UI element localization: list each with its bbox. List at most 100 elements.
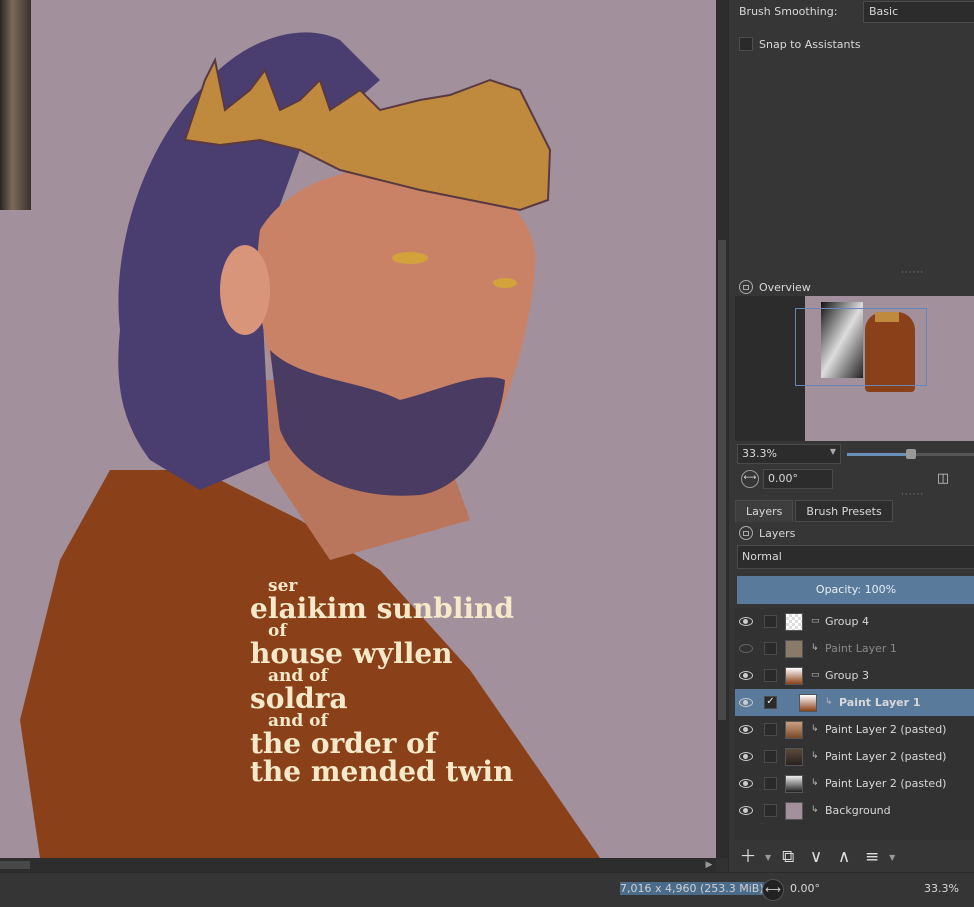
group-icon: ▭ — [811, 670, 820, 680]
add-layer-icon[interactable]: ＋ — [737, 846, 759, 868]
eye-right-shape — [493, 278, 517, 288]
move-layer-up-icon[interactable]: ∧ — [833, 846, 855, 868]
eye-left-shape — [392, 252, 428, 264]
layer-name: Background — [825, 804, 891, 817]
grip-icon[interactable]: ······ — [901, 268, 924, 278]
blend-mode-select[interactable]: Normal — [737, 545, 974, 569]
poster-line: elaikim sunblind — [250, 592, 514, 625]
zoom-level[interactable]: 33.3% — [924, 882, 959, 895]
layer-name: Paint Layer 2 (pasted) — [825, 750, 947, 763]
rotation-angle: 0.00° — [790, 882, 820, 895]
opacity-slider[interactable]: Opacity: 100% — [737, 576, 974, 604]
snap-to-assistants-row[interactable]: Snap to Assistants — [739, 37, 861, 51]
zoom-value: 33.3% — [742, 447, 777, 460]
layer-name: Paint Layer 2 (pasted) — [825, 723, 947, 736]
poster-line: house wyllen — [250, 637, 453, 670]
layer-checkbox[interactable] — [764, 615, 777, 628]
zoom-row: 33.3% ▼ — [737, 444, 974, 464]
zoom-slider-fill — [847, 453, 911, 456]
paint-layer-icon: ↳ — [811, 724, 819, 734]
tab-brush-presets[interactable]: Brush Presets — [795, 500, 893, 522]
layer-checkbox[interactable]: ✓ — [764, 696, 777, 709]
layer-row[interactable]: ↳ Paint Layer 2 (pasted) — [735, 770, 974, 797]
layer-checkbox[interactable] — [764, 669, 777, 682]
zoom-slider[interactable] — [847, 449, 974, 459]
horizontal-scrollbar[interactable]: ▶ — [0, 858, 716, 872]
visibility-eye-icon[interactable] — [739, 725, 753, 734]
layer-name: Paint Layer 1 — [839, 696, 921, 709]
visibility-eye-icon[interactable] — [739, 671, 753, 680]
scroll-right-icon[interactable]: ▶ — [704, 859, 714, 871]
visibility-eye-icon[interactable] — [739, 644, 753, 653]
overview-viewport[interactable] — [795, 308, 927, 386]
chevron-down-icon[interactable]: ▼ — [765, 853, 771, 862]
docker-panel: Brush Smoothing: Basic Snap to Assistant… — [728, 0, 974, 872]
vertical-scroll-thumb[interactable] — [718, 240, 726, 720]
paint-layer-icon: ↳ — [825, 697, 833, 707]
poster-title: ser elaikim sunblind of house wyllen and… — [250, 578, 580, 786]
canvas[interactable]: ser elaikim sunblind of house wyllen and… — [0, 0, 716, 858]
snap-checkbox[interactable] — [739, 37, 753, 51]
image-size-text: 7,016 x 4,960 (253.3 MiB) — [620, 882, 764, 895]
zoom-select[interactable]: 33.3% ▼ — [737, 444, 841, 464]
layer-row[interactable]: ↳ Background — [735, 797, 974, 824]
docker-tabs: Layers Brush Presets — [735, 500, 895, 522]
layer-row[interactable]: ↳ Paint Layer 2 (pasted) — [735, 743, 974, 770]
overview-title: Overview — [739, 280, 811, 294]
overview-title-text: Overview — [759, 280, 811, 294]
layer-name: Group 3 — [825, 669, 869, 682]
layer-checkbox[interactable] — [764, 750, 777, 763]
chevron-down-icon: ▼ — [829, 447, 836, 456]
paint-layer-icon: ↳ — [811, 778, 819, 788]
layer-list: ▭ Group 4 ↳ Paint Layer 1 ▭ Group 3 ✓ ↳ … — [735, 608, 974, 840]
layer-checkbox[interactable] — [764, 642, 777, 655]
layer-thumbnail — [785, 801, 803, 820]
layer-thumbnail — [785, 666, 803, 685]
layer-properties-icon[interactable]: ≡ — [861, 846, 883, 868]
lock-icon[interactable] — [739, 526, 753, 540]
rotate-icon[interactable]: ⟷ — [741, 470, 759, 488]
visibility-eye-icon[interactable] — [739, 617, 753, 626]
layer-row[interactable]: ▭ Group 4 — [735, 608, 974, 635]
layer-row[interactable]: ↳ Paint Layer 1 — [735, 635, 974, 662]
layers-title: Layers — [739, 526, 795, 540]
layer-thumbnail — [785, 639, 803, 658]
visibility-eye-icon[interactable] — [739, 806, 753, 815]
chevron-down-icon[interactable]: ▼ — [889, 853, 895, 862]
poster-line: the mended twin — [250, 755, 514, 788]
grip-icon[interactable]: ······ — [901, 490, 924, 500]
zoom-slider-handle[interactable] — [906, 449, 916, 459]
rotate-icon[interactable]: ⟷ — [762, 879, 784, 901]
layer-name: Group 4 — [825, 615, 869, 628]
layer-row[interactable]: ✓ ↳ Paint Layer 1 — [735, 689, 974, 716]
lock-icon[interactable] — [739, 280, 753, 294]
duplicate-layer-icon[interactable]: ⧉ — [777, 846, 799, 868]
status-bar: 7,016 x 4,960 (253.3 MiB) ⟷ 0.00° 33.3% — [0, 872, 974, 907]
image-size[interactable]: 7,016 x 4,960 (253.3 MiB) — [620, 882, 764, 895]
mirror-icon[interactable]: ◫ — [935, 471, 951, 487]
rotation-input[interactable]: 0.00° — [763, 469, 833, 489]
paint-layer-icon: ↳ — [811, 751, 819, 761]
visibility-eye-icon[interactable] — [739, 698, 753, 707]
layer-thumbnail — [785, 720, 803, 739]
layer-checkbox[interactable] — [764, 723, 777, 736]
layer-thumbnail — [785, 747, 803, 766]
layer-name: Paint Layer 1 — [825, 642, 897, 655]
visibility-eye-icon[interactable] — [739, 752, 753, 761]
overview-panel[interactable] — [735, 296, 974, 441]
snap-label: Snap to Assistants — [759, 37, 861, 51]
layer-row[interactable]: ▭ Group 3 — [735, 662, 974, 689]
ear-shape — [220, 245, 270, 335]
layer-checkbox[interactable] — [764, 777, 777, 790]
layer-toolbar: ＋ ▼ ⧉ ∨ ∧ ≡ ▼ — [737, 845, 974, 869]
layer-checkbox[interactable] — [764, 804, 777, 817]
poster-line: soldra — [250, 682, 348, 715]
vertical-scrollbar[interactable] — [716, 0, 728, 858]
tab-layers[interactable]: Layers — [735, 500, 794, 522]
poster-line: the order of — [250, 727, 437, 760]
layer-row[interactable]: ↳ Paint Layer 2 (pasted) — [735, 716, 974, 743]
visibility-eye-icon[interactable] — [739, 779, 753, 788]
horizontal-scroll-thumb[interactable] — [0, 861, 30, 869]
move-layer-down-icon[interactable]: ∨ — [805, 846, 827, 868]
brush-smoothing-select[interactable]: Basic — [863, 1, 974, 23]
